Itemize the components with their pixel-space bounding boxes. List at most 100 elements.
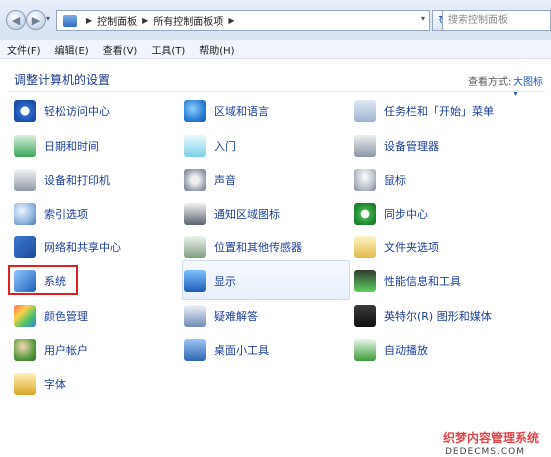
fonts-icon bbox=[14, 373, 36, 395]
breadcrumb-all-items[interactable]: 所有控制面板项 bbox=[153, 13, 223, 28]
page-title: 调整计算机的设置 bbox=[14, 73, 111, 87]
item-label: 颜色管理 bbox=[44, 310, 88, 323]
menu-bar: 文件(F) 编辑(E) 查看(V) 工具(T) 帮助(H) bbox=[0, 40, 551, 59]
item-label: 位置和其他传感器 bbox=[214, 241, 302, 254]
taskbar-icon bbox=[354, 100, 376, 122]
menu-view[interactable]: 查看(V) bbox=[96, 42, 145, 57]
system-icon bbox=[14, 270, 36, 292]
breadcrumb-control-panel[interactable]: 控制面板 bbox=[97, 13, 137, 28]
item-label: 日期和时间 bbox=[44, 140, 99, 153]
performance-icon bbox=[354, 270, 376, 292]
control-panel-item[interactable]: 显示 bbox=[184, 269, 236, 293]
item-label: 索引选项 bbox=[44, 208, 88, 221]
menu-edit[interactable]: 编辑(E) bbox=[48, 42, 96, 57]
control-panel-item[interactable]: 颜色管理 bbox=[14, 304, 88, 328]
notification-icon bbox=[184, 203, 206, 225]
sync-icon bbox=[354, 203, 376, 225]
control-panel-item[interactable]: 日期和时间 bbox=[14, 134, 99, 158]
divider bbox=[8, 91, 545, 92]
menu-tools[interactable]: 工具(T) bbox=[144, 42, 192, 57]
folder-options-icon bbox=[354, 236, 376, 258]
watermark-url: DEDECMS.COM bbox=[445, 447, 525, 457]
control-panel-item[interactable]: 轻松访问中心 bbox=[14, 99, 110, 123]
item-label: 英特尔(R) 图形和媒体 bbox=[384, 310, 492, 323]
intel-graphics-icon bbox=[354, 305, 376, 327]
item-label: 桌面小工具 bbox=[214, 344, 269, 357]
control-panel-item[interactable]: 索引选项 bbox=[14, 202, 88, 226]
item-label: 入门 bbox=[214, 140, 236, 153]
control-panel-content: 调整计算机的设置 查看方式: 大图标 ▾ 轻松访问中心 区域和语言 任务栏和「开始」… bbox=[0, 59, 551, 457]
control-panel-item[interactable]: 疑难解答 bbox=[184, 304, 258, 328]
chevron-right-icon[interactable]: ▶ bbox=[86, 16, 92, 25]
location-icon bbox=[184, 236, 206, 258]
item-label: 通知区域图标 bbox=[214, 208, 280, 221]
mouse-icon bbox=[354, 169, 376, 191]
date-time-icon bbox=[14, 135, 36, 157]
control-panel-item[interactable]: 设备管理器 bbox=[354, 134, 439, 158]
item-label: 鼠标 bbox=[384, 174, 406, 187]
chevron-right-icon[interactable]: ▶ bbox=[142, 16, 148, 25]
color-management-icon bbox=[14, 305, 36, 327]
control-panel-item[interactable]: 入门 bbox=[184, 134, 236, 158]
sound-icon bbox=[184, 169, 206, 191]
item-label: 自动播放 bbox=[384, 344, 428, 357]
control-panel-item[interactable]: 系统 bbox=[14, 269, 66, 293]
getting-started-icon bbox=[184, 135, 206, 157]
gadgets-icon bbox=[184, 339, 206, 361]
control-panel-item[interactable]: 位置和其他传感器 bbox=[184, 235, 302, 259]
region-language-icon bbox=[184, 100, 206, 122]
control-panel-item[interactable]: 任务栏和「开始」菜单 bbox=[354, 99, 494, 123]
item-label: 系统 bbox=[44, 275, 66, 288]
item-label: 设备和打印机 bbox=[44, 174, 110, 187]
device-manager-icon bbox=[354, 135, 376, 157]
control-panel-item[interactable]: 性能信息和工具 bbox=[354, 269, 461, 293]
control-panel-item[interactable]: 通知区域图标 bbox=[184, 202, 280, 226]
user-accounts-icon bbox=[14, 339, 36, 361]
control-panel-item[interactable]: 桌面小工具 bbox=[184, 338, 269, 362]
troubleshooting-icon bbox=[184, 305, 206, 327]
item-label: 网络和共享中心 bbox=[44, 241, 121, 254]
item-label: 声音 bbox=[214, 174, 236, 187]
control-panel-item[interactable]: 鼠标 bbox=[354, 168, 406, 192]
printer-icon bbox=[14, 169, 36, 191]
control-panel-item[interactable]: 声音 bbox=[184, 168, 236, 192]
address-dropdown-icon[interactable]: ▾ bbox=[421, 14, 425, 23]
back-button[interactable]: ◀ bbox=[6, 10, 26, 30]
item-label: 同步中心 bbox=[384, 208, 428, 221]
control-panel-item[interactable]: 自动播放 bbox=[354, 338, 428, 362]
item-label: 文件夹选项 bbox=[384, 241, 439, 254]
item-label: 用户帐户 bbox=[44, 344, 88, 357]
item-label: 任务栏和「开始」菜单 bbox=[384, 105, 494, 118]
menu-help[interactable]: 帮助(H) bbox=[192, 42, 241, 57]
display-icon bbox=[184, 270, 206, 292]
autoplay-icon bbox=[354, 339, 376, 361]
control-panel-item[interactable]: 区域和语言 bbox=[184, 99, 269, 123]
control-panel-item[interactable]: 文件夹选项 bbox=[354, 235, 439, 259]
address-toolbar: ◀ ▶ ▾ ▶ 控制面板 ▶ 所有控制面板项 ▶ ▾ ↻ 搜索控制面板 bbox=[0, 0, 551, 40]
menu-file[interactable]: 文件(F) bbox=[0, 42, 48, 57]
item-label: 疑难解答 bbox=[214, 310, 258, 323]
search-input[interactable]: 搜索控制面板 bbox=[442, 10, 551, 31]
ease-of-access-icon bbox=[14, 100, 36, 122]
indexing-icon bbox=[14, 203, 36, 225]
network-icon bbox=[14, 236, 36, 258]
control-panel-item[interactable]: 网络和共享中心 bbox=[14, 235, 121, 259]
forward-button[interactable]: ▶ bbox=[26, 10, 46, 30]
item-label: 设备管理器 bbox=[384, 140, 439, 153]
recent-pages-dropdown[interactable]: ▾ bbox=[46, 14, 50, 23]
control-panel-item[interactable]: 英特尔(R) 图形和媒体 bbox=[354, 304, 492, 328]
control-panel-item[interactable]: 字体 bbox=[14, 372, 66, 396]
watermark-title: 织梦内容管理系统 bbox=[443, 431, 540, 445]
control-panel-icon bbox=[63, 14, 77, 27]
item-label: 轻松访问中心 bbox=[44, 105, 110, 118]
item-label: 性能信息和工具 bbox=[384, 275, 461, 288]
control-panel-item[interactable]: 设备和打印机 bbox=[14, 168, 110, 192]
item-label: 显示 bbox=[214, 275, 236, 288]
item-label: 字体 bbox=[44, 378, 66, 391]
control-panel-item[interactable]: 同步中心 bbox=[354, 202, 428, 226]
view-by-label: 查看方式: bbox=[468, 77, 512, 88]
address-bar[interactable]: ▶ 控制面板 ▶ 所有控制面板项 ▶ ▾ bbox=[56, 10, 430, 31]
control-panel-item[interactable]: 用户帐户 bbox=[14, 338, 88, 362]
view-by-dropdown[interactable]: 大图标 ▾ bbox=[513, 73, 551, 99]
chevron-right-icon[interactable]: ▶ bbox=[228, 16, 234, 25]
